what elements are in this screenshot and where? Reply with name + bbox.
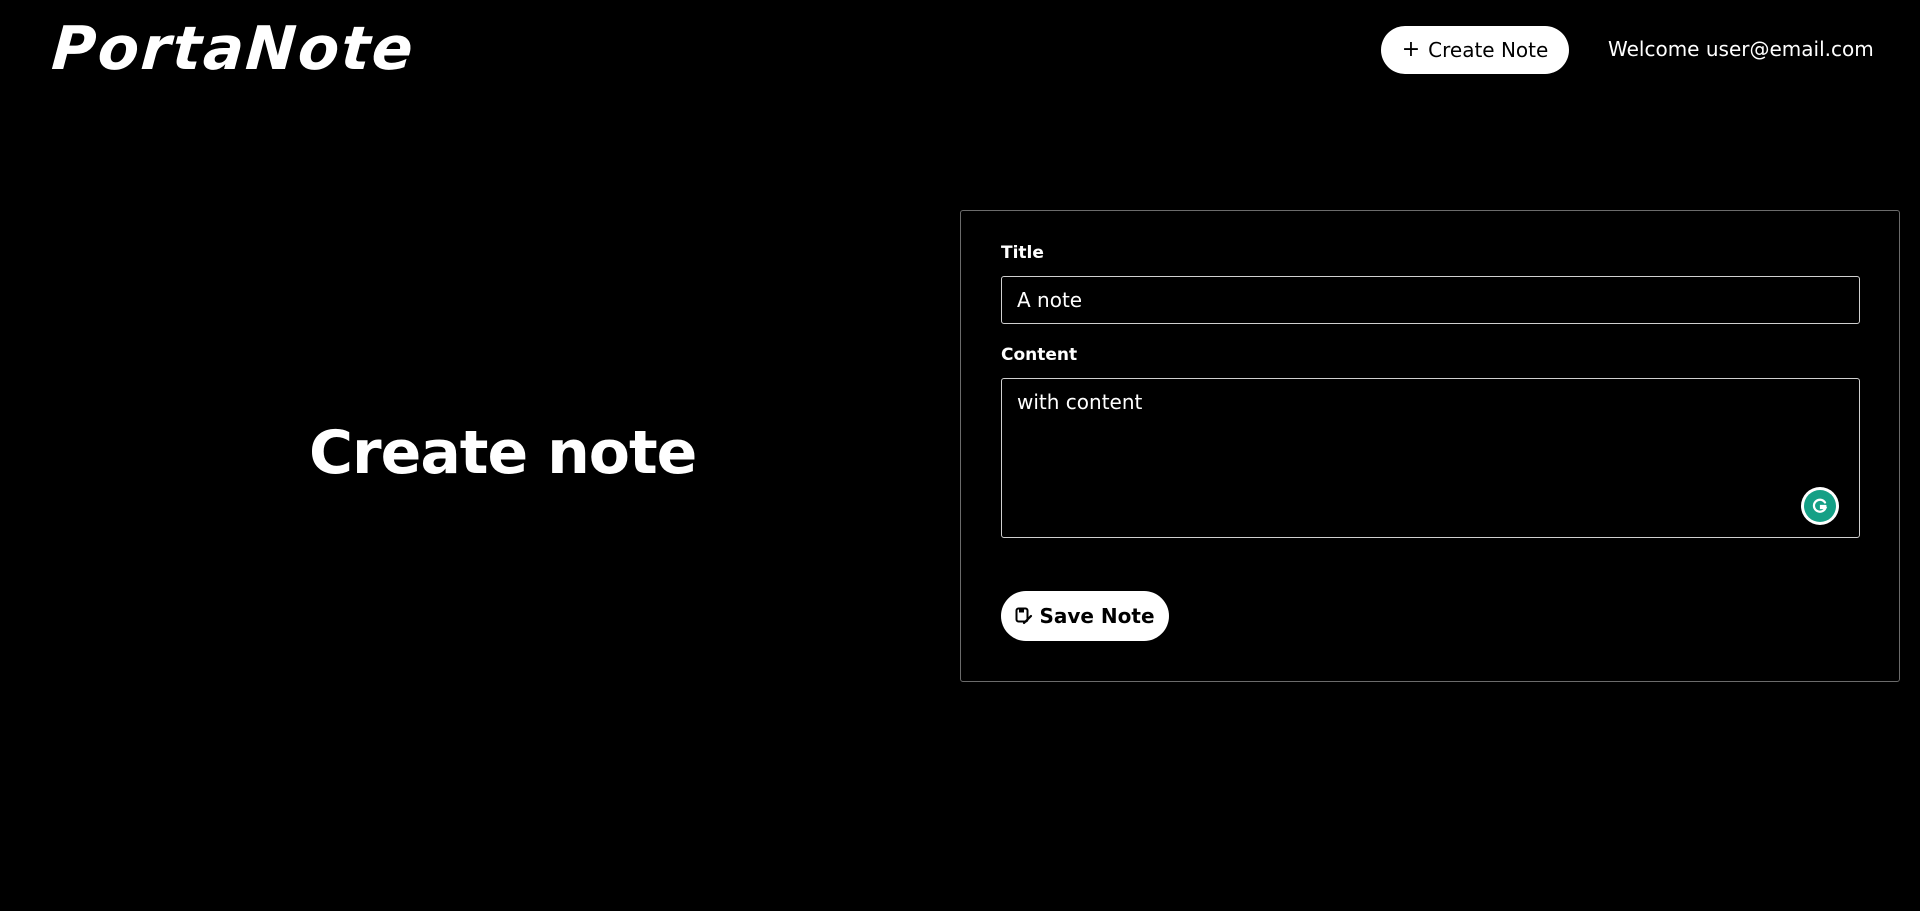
create-note-button[interactable]: + Create Note bbox=[1381, 26, 1569, 74]
content-textarea[interactable]: with content bbox=[1001, 378, 1860, 538]
title-label: Title bbox=[1001, 243, 1044, 263]
note-form: Title Content with content Save Note bbox=[960, 210, 1900, 682]
save-note-label: Save Note bbox=[1039, 604, 1155, 628]
page-title: Create note bbox=[309, 418, 697, 488]
grammarly-badge bbox=[1804, 490, 1836, 522]
create-note-label: Create Note bbox=[1428, 38, 1549, 62]
save-edit-icon bbox=[1015, 607, 1033, 625]
grammarly-g-icon bbox=[1812, 498, 1828, 513]
app-logo[interactable]: PortaNote bbox=[50, 14, 418, 84]
plus-icon: + bbox=[1401, 37, 1421, 62]
title-input[interactable] bbox=[1001, 276, 1860, 324]
welcome-text: Welcome user@email.com bbox=[1608, 37, 1874, 61]
header: PortaNote + Create Note Welcome user@ema… bbox=[0, 0, 1920, 100]
save-note-button[interactable]: Save Note bbox=[1001, 591, 1169, 641]
content-label: Content bbox=[1001, 345, 1078, 365]
grammarly-icon[interactable] bbox=[1801, 487, 1839, 525]
